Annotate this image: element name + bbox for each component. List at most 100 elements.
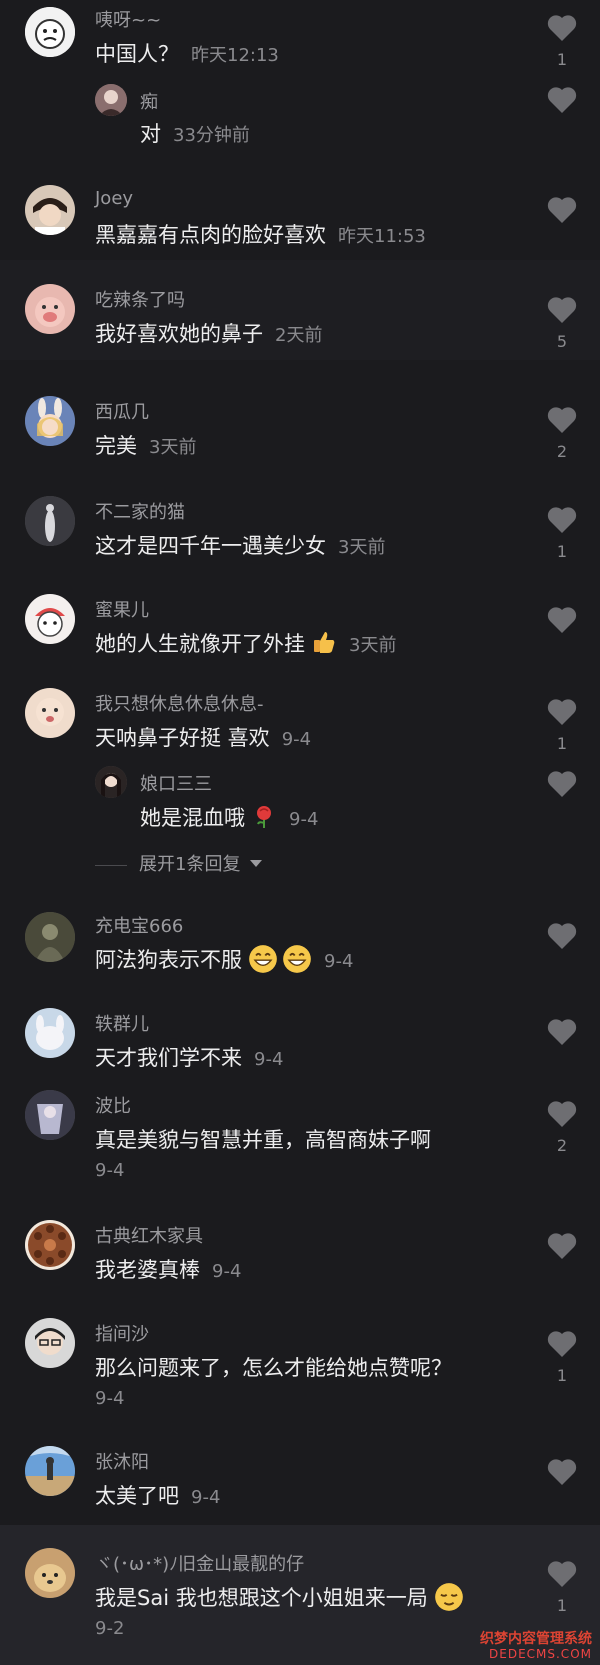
comment-body: 我老婆真棒 bbox=[95, 1258, 200, 1282]
comment-time: 3天前 bbox=[349, 635, 397, 656]
reply-author[interactable]: 痴 bbox=[140, 88, 158, 114]
avatar[interactable] bbox=[25, 594, 75, 644]
expand-label: 展开1条回复 bbox=[139, 854, 241, 875]
like-button[interactable]: 1 bbox=[543, 14, 581, 69]
watermark-title: 织梦内容管理系统 bbox=[480, 1631, 592, 1648]
avatar[interactable] bbox=[25, 1548, 75, 1598]
comment-text: 我好喜欢她的鼻子 2天前 bbox=[95, 318, 322, 348]
comment-author[interactable]: 轶群儿 bbox=[95, 1010, 149, 1036]
comment-time: 9-4 bbox=[212, 1261, 242, 1282]
comment-time: 昨天12:13 bbox=[191, 45, 279, 66]
like-button[interactable]: 2 bbox=[543, 1100, 581, 1155]
like-button[interactable]: 1 bbox=[543, 698, 581, 753]
avatar[interactable] bbox=[25, 1008, 75, 1058]
comment-author[interactable]: 吃辣条了吗 bbox=[95, 286, 185, 312]
comment-author[interactable]: ヾ(･ω･*)ﾉ旧金山最靓的仔 bbox=[95, 1550, 304, 1576]
comment-author[interactable]: 蜜果儿 bbox=[95, 596, 149, 622]
like-button[interactable] bbox=[543, 1458, 581, 1494]
like-count: 1 bbox=[556, 50, 568, 69]
comment-body: 我是Sai 我也想跟这个小姐姐来一局 bbox=[95, 1586, 428, 1610]
comment-time: 9-4 bbox=[281, 729, 312, 750]
reply-time: 9-4 bbox=[289, 809, 319, 830]
like-button[interactable]: 1 bbox=[543, 1330, 581, 1385]
reply-avatar[interactable] bbox=[95, 766, 127, 798]
avatar[interactable] bbox=[25, 912, 75, 962]
reply-avatar[interactable] bbox=[95, 84, 127, 116]
comment-body: 中国人？ bbox=[95, 42, 179, 66]
reply-like-button[interactable] bbox=[543, 770, 581, 798]
avatar[interactable] bbox=[25, 396, 75, 446]
comment-text: 我是Sai 我也想跟这个小姐姐来一局 bbox=[95, 1582, 464, 1612]
like-button[interactable] bbox=[543, 606, 581, 642]
like-count: 2 bbox=[556, 442, 568, 461]
avatar[interactable] bbox=[25, 284, 75, 334]
avatar[interactable] bbox=[25, 1318, 75, 1368]
comment-time: 昨天11:53 bbox=[338, 226, 426, 247]
heart-icon bbox=[547, 607, 577, 633]
heart-icon bbox=[547, 197, 577, 223]
comment-author[interactable]: 波比 bbox=[95, 1092, 131, 1118]
chevron-down-icon bbox=[250, 860, 263, 867]
like-button[interactable]: 1 bbox=[543, 1560, 581, 1615]
like-button[interactable] bbox=[543, 922, 581, 958]
avatar[interactable] bbox=[25, 1220, 75, 1270]
heart-icon bbox=[547, 923, 577, 949]
comment-author[interactable]: 指间沙 bbox=[95, 1320, 149, 1346]
avatar[interactable] bbox=[25, 688, 75, 738]
comment-author[interactable]: Joey bbox=[95, 188, 133, 209]
avatar[interactable] bbox=[25, 1090, 75, 1140]
comment-time: 3天前 bbox=[149, 437, 197, 458]
like-button[interactable]: 5 bbox=[543, 296, 581, 351]
reply-text: 她是混血哦 9-4 bbox=[140, 802, 318, 832]
like-button[interactable]: 1 bbox=[543, 506, 581, 561]
like-button[interactable] bbox=[543, 1018, 581, 1054]
grin-emoji-icon bbox=[283, 945, 311, 973]
comment-time: 9-2 bbox=[95, 1618, 125, 1639]
comment-text: 这才是四千年一遇美少女 3天前 bbox=[95, 530, 385, 560]
comment-author[interactable]: 古典红木家具 bbox=[95, 1222, 203, 1248]
rose-icon bbox=[257, 806, 271, 828]
heart-icon bbox=[547, 1561, 577, 1587]
reply-time: 33分钟前 bbox=[173, 125, 250, 146]
comment-body: 太美了吧 bbox=[95, 1484, 179, 1508]
comment-time: 9-4 bbox=[324, 951, 354, 972]
expand-replies-button[interactable]: 展开1条回复 bbox=[95, 850, 263, 876]
relieved-emoji-icon bbox=[434, 1583, 463, 1611]
reply-like-button[interactable] bbox=[543, 86, 581, 114]
avatar[interactable] bbox=[25, 185, 75, 235]
heart-icon bbox=[547, 1459, 577, 1485]
comment-text: 中国人？ 昨天12:13 bbox=[95, 38, 279, 68]
avatar[interactable] bbox=[25, 7, 75, 57]
heart-icon bbox=[547, 297, 577, 323]
comment-time: 9-4 bbox=[95, 1160, 125, 1181]
grin-emoji-icon bbox=[249, 945, 277, 973]
comment-list: 咦呀~~ 中国人？ 昨天12:13 1 痴 对 33分钟前 Joey 黑嘉嘉有点肉的… bbox=[0, 0, 600, 1665]
avatar[interactable] bbox=[25, 1446, 75, 1496]
like-count: 1 bbox=[556, 1366, 568, 1385]
comment-author[interactable]: 张沐阳 bbox=[95, 1448, 149, 1474]
avatar[interactable] bbox=[25, 496, 75, 546]
comment-body: 这才是四千年一遇美少女 bbox=[95, 534, 326, 558]
comment-author[interactable]: 不二家的猫 bbox=[95, 498, 185, 524]
comment-time: 2天前 bbox=[275, 325, 323, 346]
comment-text: 阿法狗表示不服 9-4 bbox=[95, 944, 353, 974]
comment-author[interactable]: 充电宝666 bbox=[95, 912, 183, 938]
divider bbox=[95, 864, 127, 866]
reply-text: 对 33分钟前 bbox=[140, 118, 250, 148]
like-count: 2 bbox=[556, 1136, 568, 1155]
comment-author[interactable]: 西瓜几 bbox=[95, 398, 149, 424]
comment-body: 我好喜欢她的鼻子 bbox=[95, 322, 263, 346]
reply-author[interactable]: 娘口三三 bbox=[140, 770, 212, 796]
comment-author[interactable]: 咦呀~~ bbox=[95, 6, 161, 32]
comment-body: 她的人生就像开了外挂 bbox=[95, 632, 305, 656]
comment-body: 完美 bbox=[95, 434, 137, 458]
heart-icon bbox=[547, 407, 577, 433]
like-button[interactable] bbox=[543, 1232, 581, 1268]
like-button[interactable] bbox=[543, 196, 581, 232]
like-button[interactable]: 2 bbox=[543, 406, 581, 461]
comment-author[interactable]: 我只想休息休息休息- bbox=[95, 690, 264, 716]
comment-body: 黑嘉嘉有点肉的脸好喜欢 bbox=[95, 223, 326, 247]
like-count: 1 bbox=[556, 1596, 568, 1615]
heart-icon bbox=[547, 699, 577, 725]
comment-body: 阿法狗表示不服 bbox=[95, 948, 242, 972]
